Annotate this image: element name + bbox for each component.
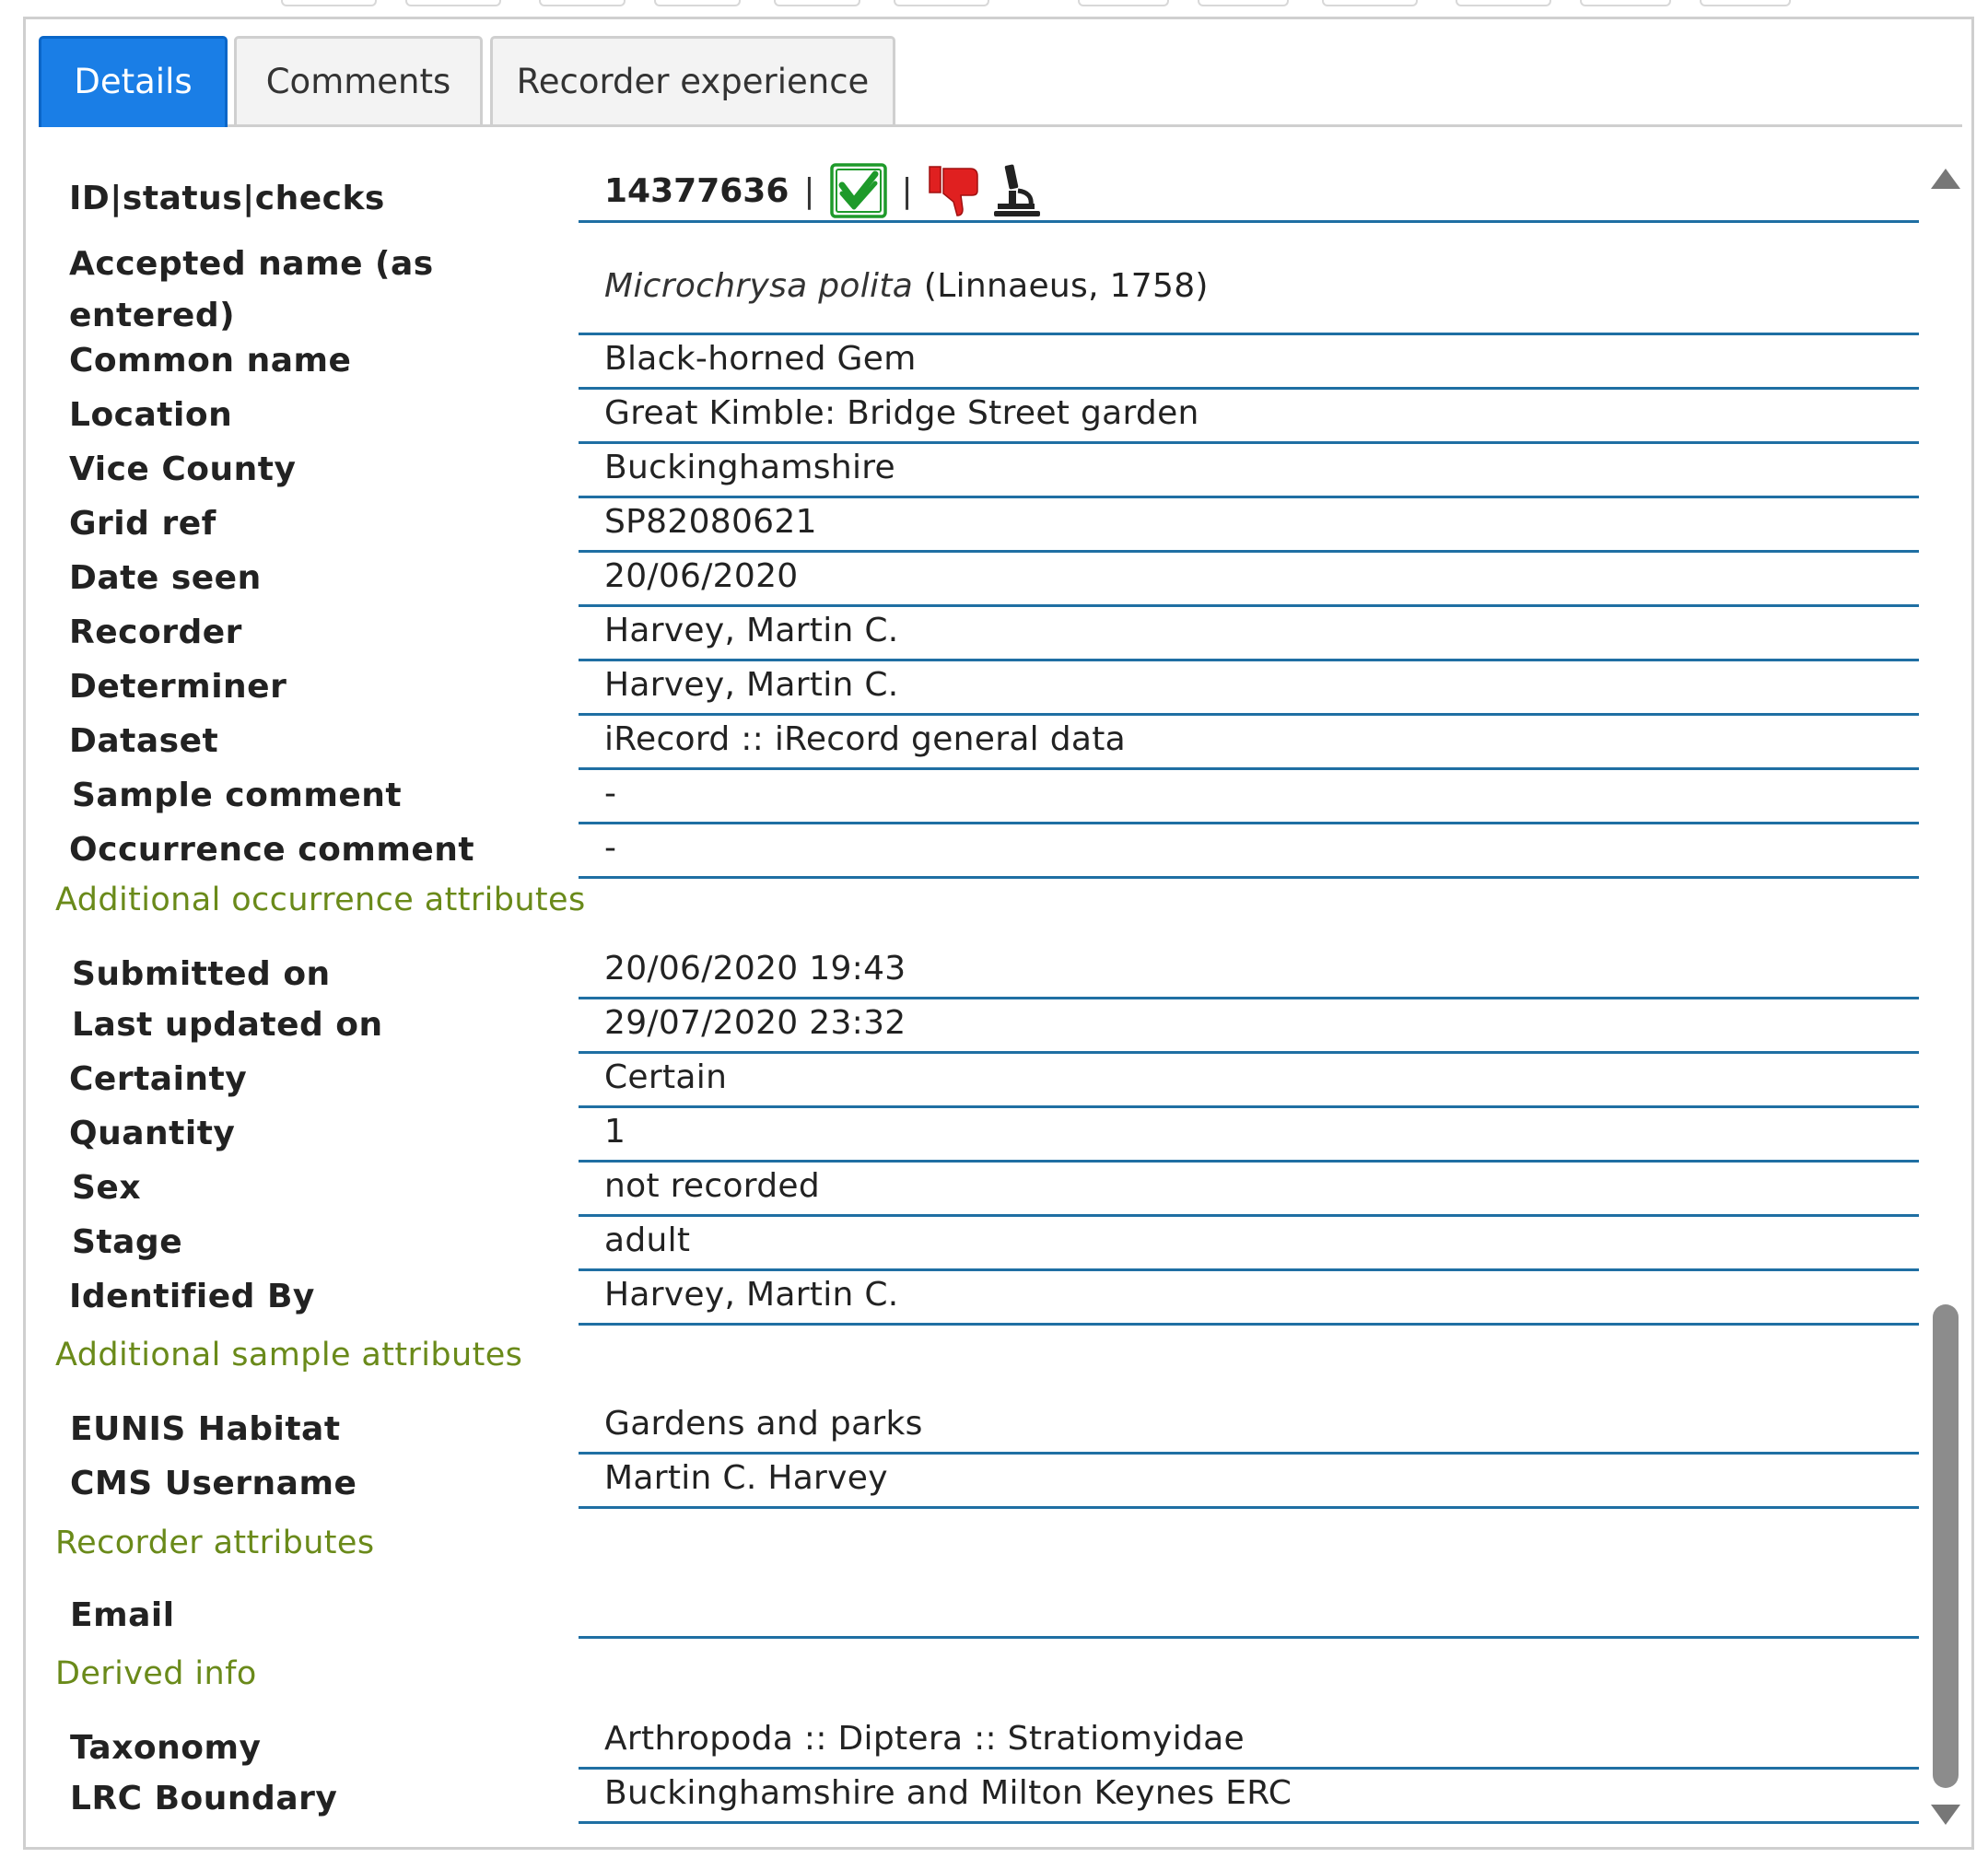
name-authority: (Linnaeus, 1758): [923, 267, 1209, 305]
vice-county-label: Vice County: [69, 450, 297, 488]
determiner-label: Determiner: [69, 668, 287, 706]
location-value: Great Kimble: Bridge Street garden: [579, 387, 1919, 444]
email-value: [579, 1582, 1919, 1639]
scientific-name: Microchrysa polita: [604, 267, 914, 305]
occurrence-comment-value: -: [579, 822, 1919, 879]
grid-ref-value: SP82080621: [579, 496, 1919, 553]
taxonomy-label: Taxonomy: [70, 1729, 262, 1767]
submitted-on-value: 20/06/2020 19:43: [579, 942, 1919, 999]
section-heading-sample: Additional sample attributes: [55, 1337, 523, 1373]
tab-comments[interactable]: Comments: [234, 36, 483, 124]
last-updated-on-label: Last updated on: [72, 1006, 383, 1044]
separator: |: [803, 171, 815, 210]
stage-value: adult: [579, 1214, 1919, 1271]
vertical-scrollbar[interactable]: [1927, 148, 1964, 1843]
sex-label: Sex: [72, 1169, 142, 1207]
accepted-name-value: Microchrysa polita (Linnaeus, 1758): [579, 239, 1919, 335]
details-content: ID|status|checks 14377636 | | Accepted n…: [26, 139, 1924, 1843]
scroll-down-arrow-icon[interactable]: [1931, 1805, 1960, 1825]
separator: |: [901, 171, 913, 210]
location-label: Location: [69, 396, 233, 434]
tab-recorder-experience[interactable]: Recorder experience: [490, 36, 895, 124]
grid-ref-label: Grid ref: [69, 505, 216, 543]
date-seen-value: 20/06/2020: [579, 550, 1919, 607]
certainty-value: Certain: [579, 1051, 1919, 1108]
lrc-boundary-value: Buckinghamshire and Milton Keynes ERC: [579, 1767, 1919, 1824]
eunis-habitat-label: EUNIS Habitat: [70, 1410, 341, 1448]
common-name-label: Common name: [69, 342, 352, 380]
id-status-row: 14377636 | |: [604, 161, 1044, 220]
tab-bar: Details Comments Recorder experience: [39, 36, 1962, 127]
quantity-label: Quantity: [69, 1115, 236, 1152]
top-toolbar-remnant: [0, 0, 1988, 9]
taxonomy-value: Arthropoda :: Diptera :: Stratiomyidae: [579, 1712, 1919, 1770]
record-details-panel: Details Comments Recorder experience ID|…: [23, 17, 1974, 1850]
email-label: Email: [70, 1596, 175, 1634]
cms-username-value: Martin C. Harvey: [579, 1452, 1919, 1509]
dataset-label: Dataset: [69, 722, 219, 760]
certainty-label: Certainty: [69, 1060, 248, 1098]
eunis-habitat-value: Gardens and parks: [579, 1397, 1919, 1455]
accepted-check-icon[interactable]: [829, 163, 887, 218]
accepted-name-label: Accepted name (as entered): [69, 245, 434, 334]
section-heading-recorder: Recorder attributes: [55, 1525, 375, 1561]
last-updated-on-value: 29/07/2020 23:32: [579, 997, 1919, 1054]
microscope-icon[interactable]: [990, 163, 1044, 218]
dataset-value: iRecord :: iRecord general data: [579, 713, 1919, 770]
scroll-up-arrow-icon[interactable]: [1931, 169, 1960, 189]
quantity-value: 1: [579, 1105, 1919, 1163]
sex-value: not recorded: [579, 1160, 1919, 1217]
occurrence-comment-label: Occurrence comment: [69, 831, 475, 869]
tab-details[interactable]: Details: [39, 36, 228, 127]
vice-county-value: Buckinghamshire: [579, 441, 1919, 498]
section-heading-occurrence: Additional occurrence attributes: [55, 882, 586, 918]
recorder-label: Recorder: [69, 613, 242, 651]
thumbs-down-icon[interactable]: [928, 163, 981, 218]
sample-comment-label: Sample comment: [72, 777, 403, 814]
identified-by-value: Harvey, Martin C.: [579, 1268, 1919, 1326]
id-status-checks-label: ID|status|checks: [69, 180, 385, 217]
determiner-value: Harvey, Martin C.: [579, 659, 1919, 716]
recorder-value: Harvey, Martin C.: [579, 604, 1919, 661]
stage-label: Stage: [72, 1223, 183, 1261]
lrc-boundary-label: LRC Boundary: [70, 1780, 338, 1817]
scrollbar-thumb[interactable]: [1933, 1304, 1959, 1788]
common-name-value: Black-horned Gem: [579, 333, 1919, 390]
sample-comment-value: -: [579, 767, 1919, 824]
section-heading-derived: Derived info: [55, 1655, 257, 1692]
identified-by-label: Identified By: [69, 1278, 315, 1315]
date-seen-label: Date seen: [69, 559, 262, 597]
submitted-on-label: Submitted on: [72, 955, 331, 993]
cms-username-label: CMS Username: [70, 1465, 357, 1502]
record-id: 14377636: [604, 171, 789, 210]
